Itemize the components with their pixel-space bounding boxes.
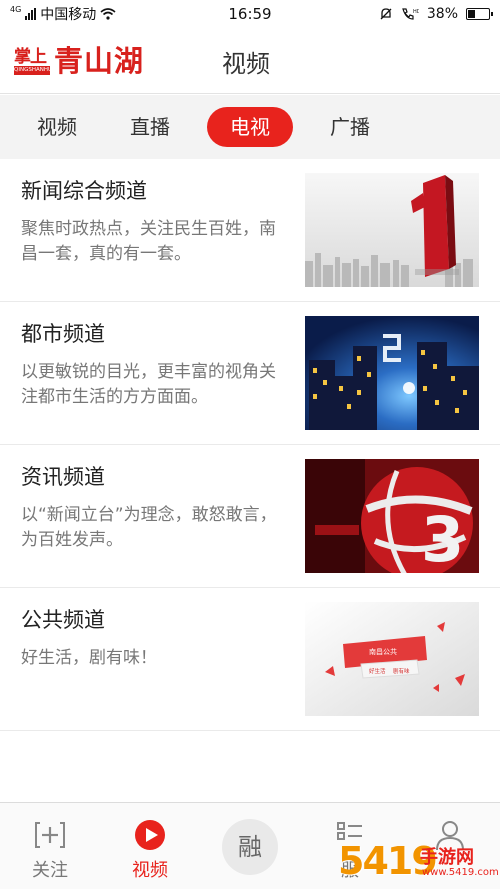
battery-percent: 38% xyxy=(426,6,458,22)
alarm-off-icon xyxy=(380,8,392,20)
channel-thumbnail[interactable] xyxy=(305,173,479,287)
channel-thumbnail[interactable] xyxy=(305,316,479,430)
channel-name: 都市频道 xyxy=(21,322,105,346)
app-logo: 掌上 QINGSHANHU 青山湖 xyxy=(14,42,170,82)
logo-pinyin: QINGSHANHU xyxy=(14,66,50,75)
thumb-slogan-a: 好生活 xyxy=(369,667,386,675)
nav-label: 视频 xyxy=(132,860,168,881)
battery-icon xyxy=(466,8,493,20)
channel-item-public[interactable]: 公共频道 好生活，剧有味！ 南昌公共 好生活 剧有味 xyxy=(0,588,500,731)
channel-item-info[interactable]: 资讯频道 以“新闻立台”为理念，敢怒敢言，为百姓发声。 3 xyxy=(0,445,500,588)
watermark-url: www.5419.com xyxy=(422,867,499,878)
channel-2-city-night-image xyxy=(305,316,479,430)
tab-video[interactable]: 视频 xyxy=(22,107,92,147)
channel-name: 公共频道 xyxy=(21,608,105,632)
page-title: 视频 xyxy=(222,50,270,78)
channel-3-globe-image: 3 xyxy=(305,459,479,573)
channel-desc: 好生活，剧有味！ xyxy=(21,648,157,668)
channel-desc: 以“新闻立台”为理念，敢怒敢言，为百姓发声。 xyxy=(21,505,277,550)
thumb-slogan-b: 剧有味 xyxy=(393,667,410,675)
nav-video[interactable]: 视频 xyxy=(100,803,200,889)
call-icon: HD xyxy=(402,8,419,20)
tab-tv[interactable]: 电视 xyxy=(207,107,293,147)
follow-icon xyxy=(35,822,65,848)
channel-desc: 聚焦时政热点，关注民生百姓，南昌一套，真的有一套。 xyxy=(21,219,276,264)
channel-desc: 以更敏锐的目光，更丰富的视角关注都市生活的方方面面。 xyxy=(21,362,276,407)
status-bar: 4G 中国移动 16:59 HD 38% xyxy=(0,0,500,28)
svg-text:HD: HD xyxy=(413,9,419,15)
tab-radio[interactable]: 广播 xyxy=(315,107,385,147)
channel-item-news[interactable]: 新闻综合频道 聚焦时政热点，关注民生百姓，南昌一套，真的有一套。 xyxy=(0,159,500,302)
tab-live[interactable]: 直播 xyxy=(115,107,185,147)
app-header: 掌上 QINGSHANHU 青山湖 视频 xyxy=(0,28,500,94)
play-icon xyxy=(135,820,165,850)
channel-thumbnail[interactable]: 南昌公共 好生活 剧有味 xyxy=(305,602,479,716)
channel-item-city[interactable]: 都市频道 以更敏锐的目光，更丰富的视角关注都市生活的方方面面。 xyxy=(0,302,500,445)
site-watermark: 5419 手游网 www.5419.com xyxy=(338,837,499,887)
rong-icon: 融 xyxy=(222,819,278,875)
svg-text:3: 3 xyxy=(421,503,464,573)
logo-small-text: 掌上 xyxy=(14,47,47,67)
channel-name: 新闻综合频道 xyxy=(21,179,147,203)
logo-big-text: 青山湖 xyxy=(54,44,145,78)
channel-4-public-image: 南昌公共 好生活 剧有味 xyxy=(305,602,479,716)
watermark-site: 手游网 xyxy=(420,847,474,868)
battery-fill xyxy=(468,10,475,18)
nav-rong[interactable]: 融 xyxy=(200,803,300,889)
nav-label: 关注 xyxy=(32,860,68,881)
channel-thumbnail[interactable]: 3 xyxy=(305,459,479,573)
category-tabs: 视频 直播 电视 广播 xyxy=(0,95,500,159)
channel-1-logo-image xyxy=(305,173,479,287)
status-right: HD 38% xyxy=(379,6,493,22)
channel-name: 资讯频道 xyxy=(21,465,105,489)
nav-follow[interactable]: 关注 xyxy=(0,803,100,889)
thumb-title: 南昌公共 xyxy=(369,647,397,656)
